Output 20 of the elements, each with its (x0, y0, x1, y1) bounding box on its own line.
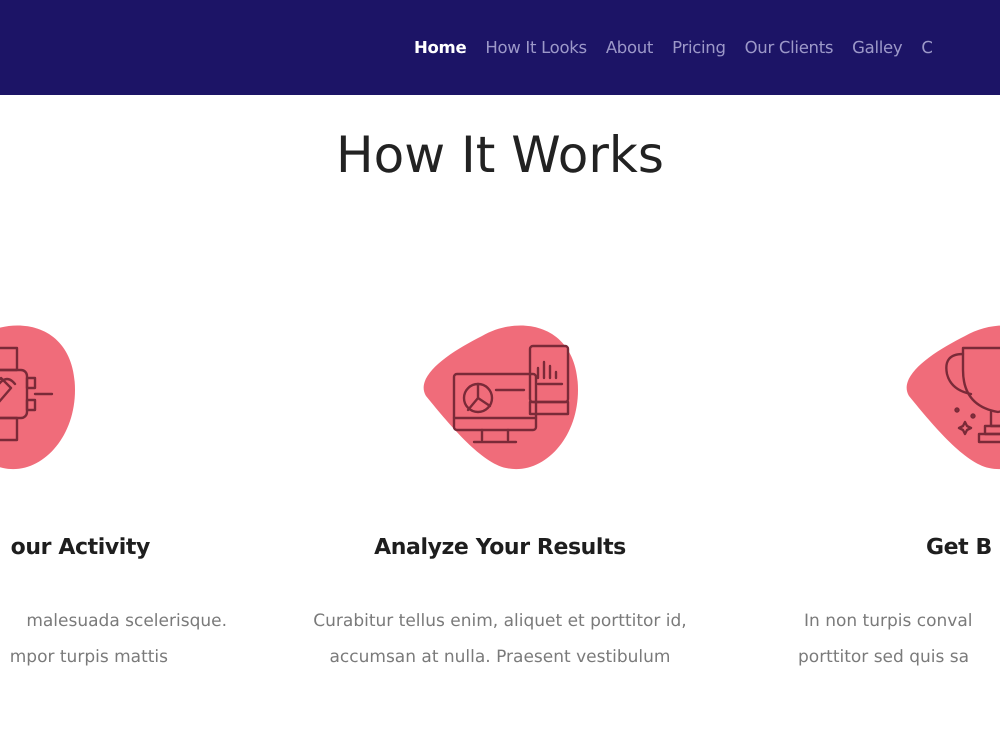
nav-link[interactable]: Galley (852, 38, 902, 57)
nav-link[interactable]: Home (414, 38, 466, 57)
nav-link[interactable]: About (606, 38, 654, 57)
card-text-line: accumsan at nulla. Praesent vestibulum (330, 646, 670, 669)
card-text-line: Curabitur tellus enim, aliquet et porttitor id, (313, 610, 687, 633)
monitor-chart-icon (452, 344, 570, 444)
card-text-line: In non turpis conval (804, 610, 972, 633)
card-text-line: mpor turpis mattis (10, 646, 168, 669)
card-title: our Activity (10, 534, 150, 562)
section-heading: How It Works (335, 125, 665, 185)
trophy-icon (945, 346, 1000, 444)
nav-link[interactable]: Our Clients (744, 38, 834, 57)
gadget-icon (0, 346, 54, 442)
nav-link[interactable]: Pricing (672, 38, 726, 57)
card-text-line: malesuada scelerisque. (26, 610, 227, 633)
card-title: Analyze Your Results (374, 534, 626, 562)
card-title: Get B (926, 534, 992, 562)
nav-link[interactable]: How It Looks (485, 38, 587, 57)
nav-link[interactable]: C (921, 38, 933, 57)
card-text-line: porttitor sed quis sa (798, 646, 970, 669)
